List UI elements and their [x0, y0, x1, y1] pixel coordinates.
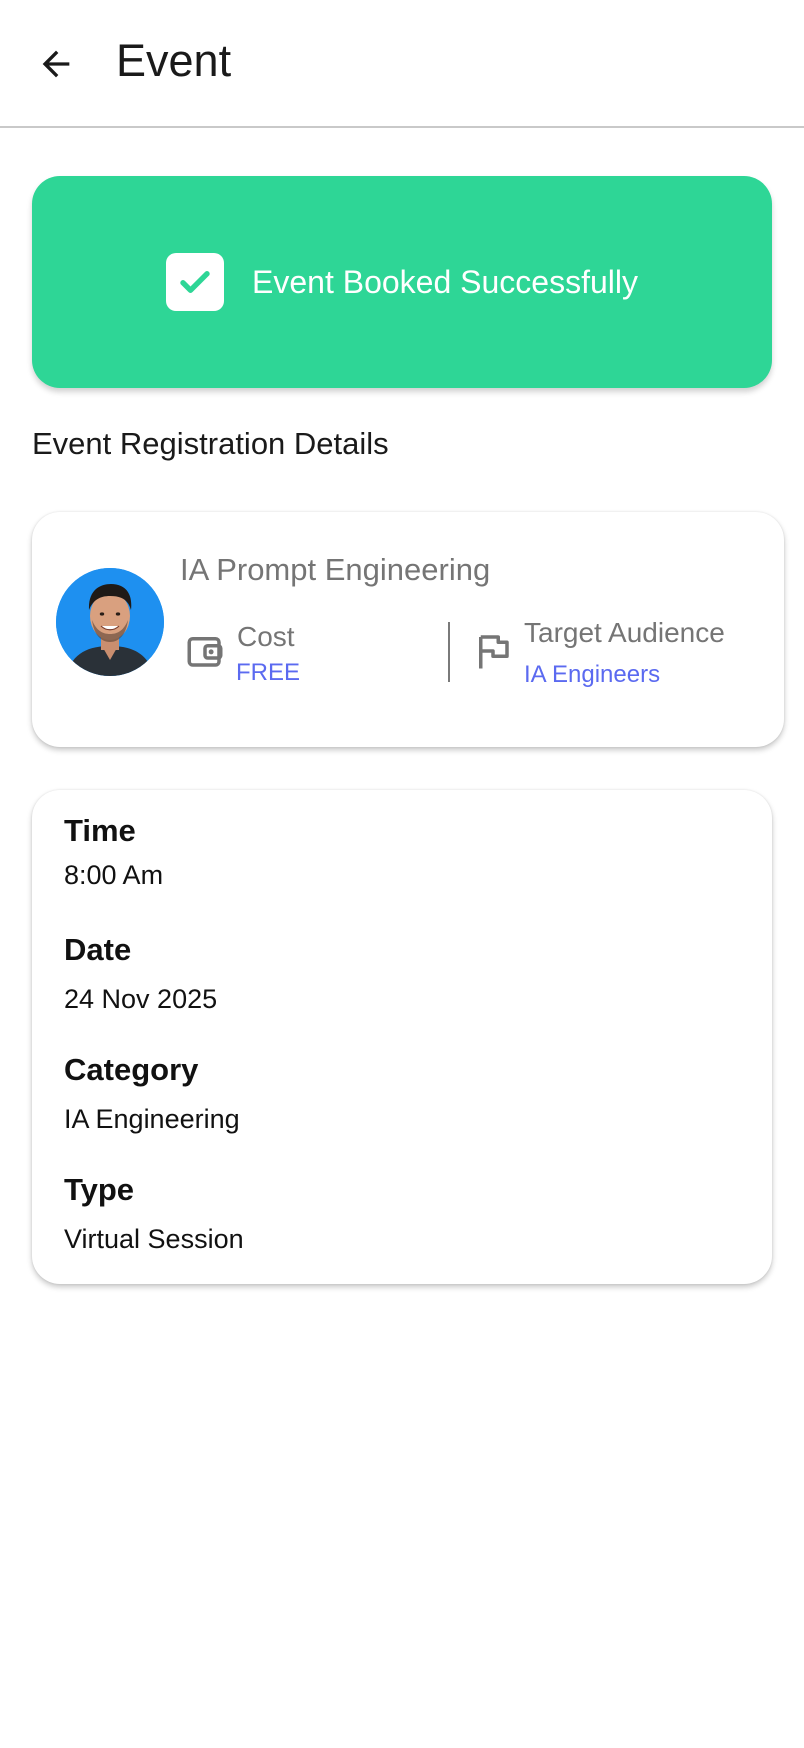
category-label: Category: [64, 1052, 199, 1087]
section-title: Event Registration Details: [32, 426, 389, 461]
cost-value: FREE: [236, 659, 301, 686]
event-name: IA Prompt Engineering: [180, 552, 491, 587]
event-summary-card[interactable]: IA Prompt Engineering Cost FREE Target A…: [32, 512, 784, 747]
category-value: IA Engineering: [64, 1104, 240, 1134]
page-title: Event: [116, 35, 232, 86]
event-details-card: Time 8:00 Am Date 24 Nov 2025 Category I…: [32, 790, 772, 1284]
time-value: 8:00 Am: [64, 860, 164, 890]
success-banner: Event Booked Successfully: [32, 176, 772, 388]
date-value: 24 Nov 2025: [64, 984, 218, 1014]
wallet-icon: [187, 637, 223, 667]
time-label: Time: [64, 813, 136, 848]
app-bar: Event: [0, 0, 804, 128]
flag-icon: [479, 635, 509, 669]
avatar: [56, 568, 164, 676]
back-button[interactable]: [30, 38, 82, 90]
arrow-left-icon: [42, 50, 70, 78]
type-label: Type: [64, 1172, 135, 1207]
date-label: Date: [64, 932, 132, 967]
check-icon: [166, 253, 224, 311]
target-audience-value: IA Engineers: [524, 661, 661, 688]
target-audience-label: Target Audience: [524, 617, 725, 648]
vertical-divider: [448, 622, 450, 682]
success-message: Event Booked Successfully: [252, 264, 638, 300]
type-value: Virtual Session: [64, 1224, 244, 1254]
cost-label: Cost: [237, 621, 295, 652]
